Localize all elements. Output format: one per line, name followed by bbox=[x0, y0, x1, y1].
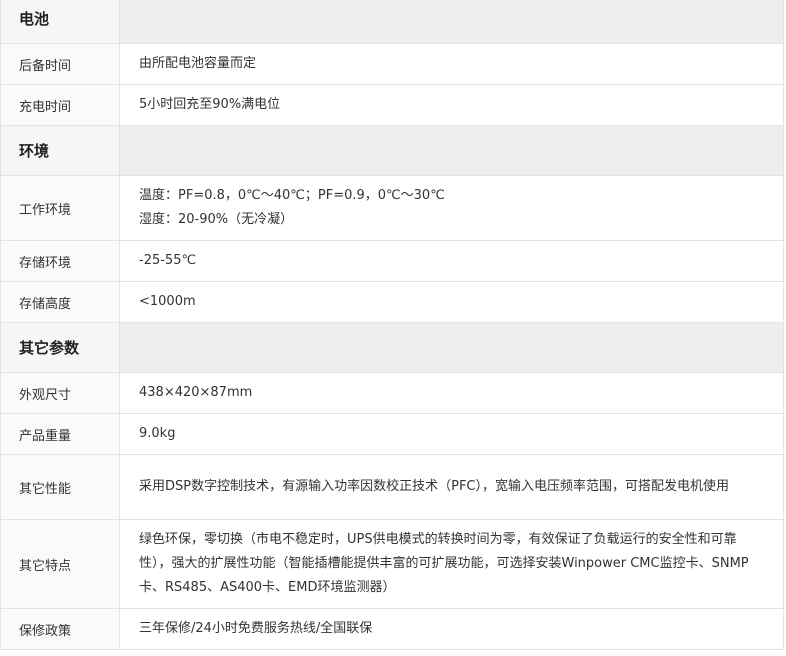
spec-row: 存储环境 -25-55℃ bbox=[0, 240, 784, 282]
section-header-row: 电池 bbox=[0, 0, 784, 44]
spec-row: 产品重量 9.0kg bbox=[0, 413, 784, 455]
spec-value: 9.0kg bbox=[119, 413, 784, 455]
spec-value-line: 438×420×87mm bbox=[139, 385, 253, 400]
spec-value-line: 由所配电池容量而定 bbox=[139, 56, 257, 71]
spec-row: 外观尺寸 438×420×87mm bbox=[0, 372, 784, 414]
spec-label: 产品重量 bbox=[0, 413, 120, 455]
spec-table: 电池 后备时间 由所配电池容量而定 充电时间 5小时回充至90%满电位 环境 工作环境 温度：… bbox=[0, 0, 784, 650]
spec-label: 存储高度 bbox=[0, 281, 120, 323]
spec-value: 绿色环保，零切换（市电不稳定时，UPS供电模式的转换时间为零，有效保证了负载运行… bbox=[119, 519, 784, 609]
section-header-row: 其它参数 bbox=[0, 322, 784, 373]
spec-value-line: 温度：PF=0.8，0℃～40℃；PF=0.9，0℃～30℃ bbox=[139, 188, 445, 203]
spec-label: 后备时间 bbox=[0, 43, 120, 85]
spec-label: 其它特点 bbox=[0, 519, 120, 609]
spec-label: 外观尺寸 bbox=[0, 372, 120, 414]
spec-value: 5小时回充至90%满电位 bbox=[119, 84, 784, 126]
spec-label: 工作环境 bbox=[0, 175, 120, 241]
section-header-fill bbox=[119, 322, 784, 373]
spec-value-line: 三年保修/24小时免费服务热线/全国联保 bbox=[139, 621, 373, 636]
spec-value-line: -25-55℃ bbox=[139, 253, 197, 268]
spec-value: 438×420×87mm bbox=[119, 372, 784, 414]
spec-value: 温度：PF=0.8，0℃～40℃；PF=0.9，0℃～30℃ 湿度：20-90%（… bbox=[119, 175, 784, 241]
spec-value-line: 采用DSP数字控制技术，有源输入功率因数校正技术（PFC），宽输入电压频率范围，… bbox=[139, 479, 729, 494]
spec-row: 保修政策 三年保修/24小时免费服务热线/全国联保 bbox=[0, 608, 784, 650]
spec-value: <1000m bbox=[119, 281, 784, 323]
spec-row: 充电时间 5小时回充至90%满电位 bbox=[0, 84, 784, 126]
spec-row: 后备时间 由所配电池容量而定 bbox=[0, 43, 784, 85]
section-header-fill bbox=[119, 125, 784, 176]
spec-label: 保修政策 bbox=[0, 608, 120, 650]
section-title: 环境 bbox=[0, 125, 120, 176]
spec-value-line: 5小时回充至90%满电位 bbox=[139, 97, 281, 112]
spec-value: 由所配电池容量而定 bbox=[119, 43, 784, 85]
spec-row: 存储高度 <1000m bbox=[0, 281, 784, 323]
spec-row: 其它特点 绿色环保，零切换（市电不稳定时，UPS供电模式的转换时间为零，有效保证了… bbox=[0, 519, 784, 609]
spec-row: 工作环境 温度：PF=0.8，0℃～40℃；PF=0.9，0℃～30℃ 湿度：20-… bbox=[0, 175, 784, 241]
section-header-row: 环境 bbox=[0, 125, 784, 176]
spec-label: 其它性能 bbox=[0, 454, 120, 520]
spec-label: 充电时间 bbox=[0, 84, 120, 126]
spec-label: 存储环境 bbox=[0, 240, 120, 282]
spec-value-line: <1000m bbox=[139, 294, 196, 309]
spec-value-line: 9.0kg bbox=[139, 426, 176, 441]
section-title: 电池 bbox=[0, 0, 120, 44]
spec-value-line: 湿度：20-90%（无冷凝） bbox=[139, 212, 294, 227]
spec-value-line: 绿色环保，零切换（市电不稳定时，UPS供电模式的转换时间为零，有效保证了负载运行… bbox=[139, 532, 749, 595]
section-title: 其它参数 bbox=[0, 322, 120, 373]
spec-row: 其它性能 采用DSP数字控制技术，有源输入功率因数校正技术（PFC），宽输入电压频… bbox=[0, 454, 784, 520]
spec-value: 采用DSP数字控制技术，有源输入功率因数校正技术（PFC），宽输入电压频率范围，… bbox=[119, 454, 784, 520]
spec-value: 三年保修/24小时免费服务热线/全国联保 bbox=[119, 608, 784, 650]
section-header-fill bbox=[119, 0, 784, 44]
spec-value: -25-55℃ bbox=[119, 240, 784, 282]
